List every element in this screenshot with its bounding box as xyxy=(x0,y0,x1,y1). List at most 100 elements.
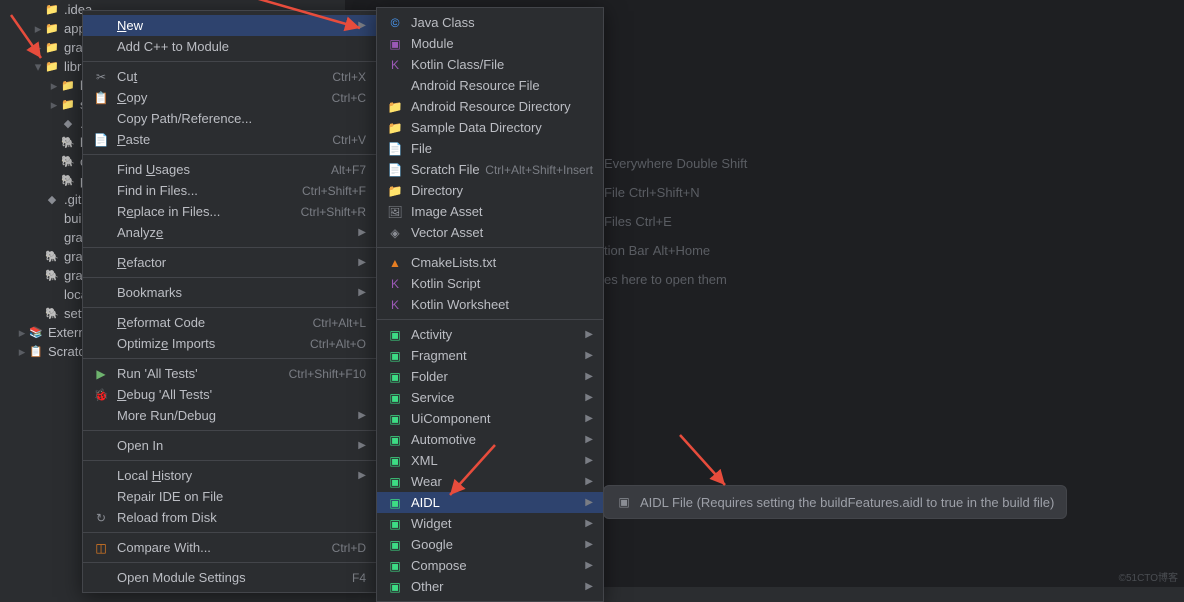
context-menu-item[interactable]: Analyze▶ xyxy=(83,222,376,243)
menu-item-icon: ▣ xyxy=(387,474,403,490)
new-menu-item[interactable]: ▣ Wear ▶ xyxy=(377,471,603,492)
menu-item-label: Refactor xyxy=(117,255,350,270)
menu-shortcut: F4 xyxy=(352,571,366,585)
context-menu-item[interactable]: 🐞Debug 'All Tests' xyxy=(83,384,376,405)
context-menu-item[interactable]: 📄PasteCtrl+V xyxy=(83,129,376,150)
new-menu-item[interactable]: 📁Android Resource Directory xyxy=(377,96,603,117)
menu-item-label: Kotlin Script xyxy=(411,276,593,291)
context-menu-item[interactable]: Open In▶ xyxy=(83,435,376,456)
new-menu-item[interactable]: ◈Vector Asset xyxy=(377,222,603,243)
menu-shortcut: Ctrl+V xyxy=(332,133,366,147)
new-menu-item[interactable]: 📁Directory xyxy=(377,180,603,201)
menu-shortcut: Ctrl+Shift+F10 xyxy=(289,367,366,381)
menu-item-label: Add C++ to Module xyxy=(117,39,366,54)
context-menu-item[interactable]: Find UsagesAlt+F7 xyxy=(83,159,376,180)
submenu-arrow-icon: ▶ xyxy=(358,410,366,421)
menu-shortcut: Ctrl+Shift+R xyxy=(301,205,366,219)
context-menu-item[interactable]: ▶Run 'All Tests'Ctrl+Shift+F10 xyxy=(83,363,376,384)
menu-item-label: UiComponent xyxy=(411,411,577,426)
context-menu-item[interactable]: Refactor▶ xyxy=(83,252,376,273)
new-menu-item[interactable]: 🖼 Image Asset xyxy=(377,201,603,222)
file-icon: 📁 xyxy=(44,59,60,75)
menu-separator xyxy=(83,277,376,278)
context-menu-item[interactable]: ✂CutCtrl+X xyxy=(83,66,376,87)
menu-item-label: Replace in Files... xyxy=(117,204,301,219)
new-menu-item[interactable]: ▣Service▶ xyxy=(377,387,603,408)
context-menu-item[interactable]: More Run/Debug ▶ xyxy=(83,405,376,426)
menu-shortcut: Ctrl+Alt+L xyxy=(313,316,366,330)
context-menu-item[interactable]: Find in Files...Ctrl+Shift+F xyxy=(83,180,376,201)
new-menu-item[interactable]: ▣Folder▶ xyxy=(377,366,603,387)
new-menu-item[interactable]: ▣XML▶ xyxy=(377,450,603,471)
menu-item-label: Analyze xyxy=(117,225,350,240)
new-menu-item[interactable]: 📄Scratch FileCtrl+Alt+Shift+Insert xyxy=(377,159,603,180)
menu-item-label: Android Resource File xyxy=(411,78,593,93)
menu-item-label: Automotive xyxy=(411,432,577,447)
new-menu-item[interactable]: 📁Sample Data Directory xyxy=(377,117,603,138)
menu-item-label: Java Class xyxy=(411,15,593,30)
new-menu-item[interactable]: ▣Compose▶ xyxy=(377,555,603,576)
context-menu-item[interactable]: Open Module SettingsF4 xyxy=(83,567,376,588)
menu-item-icon: 🖼 xyxy=(387,204,403,220)
context-menu-item[interactable]: ↻Reload from Disk xyxy=(83,507,376,528)
menu-item-label: Wear xyxy=(411,474,577,489)
context-menu-item[interactable]: Copy Path/Reference... xyxy=(83,108,376,129)
new-menu-item[interactable]: ▣Module xyxy=(377,33,603,54)
new-menu-item[interactable]: ©Java Class xyxy=(377,12,603,33)
menu-item-label: New xyxy=(117,18,350,33)
new-menu-item[interactable]: Android Resource File xyxy=(377,75,603,96)
menu-item-label: Find Usages xyxy=(117,162,331,177)
menu-item-label: Image Asset xyxy=(411,204,593,219)
context-menu-item[interactable]: New ▶ xyxy=(83,15,376,36)
new-menu-item[interactable]: ▣Activity▶ xyxy=(377,324,603,345)
file-icon xyxy=(44,230,60,246)
context-menu-item[interactable]: Repair IDE on File xyxy=(83,486,376,507)
editor-hint: tion Bar Alt+Home xyxy=(604,242,710,258)
context-menu-item[interactable]: Optimize ImportsCtrl+Alt+O xyxy=(83,333,376,354)
menu-item-icon: 📁 xyxy=(387,120,403,136)
menu-item-icon: ▣ xyxy=(387,369,403,385)
context-menu-item[interactable]: ◫Compare With...Ctrl+D xyxy=(83,537,376,558)
menu-separator xyxy=(83,358,376,359)
context-menu-item[interactable]: Reformat CodeCtrl+Alt+L xyxy=(83,312,376,333)
submenu-arrow-icon: ▶ xyxy=(358,20,366,31)
new-menu-item[interactable]: ▣AIDL▶ xyxy=(377,492,603,513)
submenu-arrow-icon: ▶ xyxy=(585,476,593,487)
context-menu-item[interactable]: Replace in Files...Ctrl+Shift+R xyxy=(83,201,376,222)
new-menu-item[interactable]: KKotlin Class/File xyxy=(377,54,603,75)
context-menu-item[interactable]: Add C++ to Module xyxy=(83,36,376,57)
new-menu-item[interactable]: 📄File xyxy=(377,138,603,159)
context-menu-item[interactable]: 📋CopyCtrl+C xyxy=(83,87,376,108)
android-icon: ▣ xyxy=(616,494,632,510)
menu-separator xyxy=(83,430,376,431)
new-menu-item[interactable]: ▣UiComponent▶ xyxy=(377,408,603,429)
menu-item-label: Compose xyxy=(411,558,577,573)
aidl-tooltip: ▣ AIDL File (Requires setting the buildF… xyxy=(603,485,1067,519)
new-menu-item[interactable]: ▣Fragment▶ xyxy=(377,345,603,366)
menu-item-label: More Run/Debug xyxy=(117,408,350,423)
new-menu-item[interactable]: ▲CmakeLists.txt xyxy=(377,252,603,273)
submenu-arrow-icon: ▶ xyxy=(358,287,366,298)
new-menu-item[interactable]: ▣Widget▶ xyxy=(377,513,603,534)
submenu-arrow-icon: ▶ xyxy=(585,392,593,403)
menu-item-icon: 📄 xyxy=(387,162,403,178)
menu-shortcut: Ctrl+C xyxy=(332,91,366,105)
new-menu-item[interactable]: ▣Automotive▶ xyxy=(377,429,603,450)
submenu-arrow-icon: ▶ xyxy=(585,518,593,529)
hint-shortcut: Alt+Home xyxy=(653,243,710,258)
context-menu-item[interactable]: Bookmarks▶ xyxy=(83,282,376,303)
menu-item-icon: 📁 xyxy=(387,99,403,115)
menu-item-icon: ▣ xyxy=(387,537,403,553)
submenu-arrow-icon: ▶ xyxy=(358,440,366,451)
tree-arrow-icon: ▸ xyxy=(32,21,44,37)
menu-shortcut: Alt+F7 xyxy=(331,163,366,177)
menu-shortcut: Ctrl+Alt+O xyxy=(310,337,366,351)
context-menu-item[interactable]: Local History▶ xyxy=(83,465,376,486)
menu-item-icon: ✂ xyxy=(93,69,109,85)
menu-separator xyxy=(377,319,603,320)
new-menu-item[interactable]: KKotlin Worksheet xyxy=(377,294,603,315)
file-icon: 📁 xyxy=(44,40,60,56)
new-menu-item[interactable]: ▣Google▶ xyxy=(377,534,603,555)
new-menu-item[interactable]: KKotlin Script xyxy=(377,273,603,294)
tree-label: Extern xyxy=(48,325,86,340)
